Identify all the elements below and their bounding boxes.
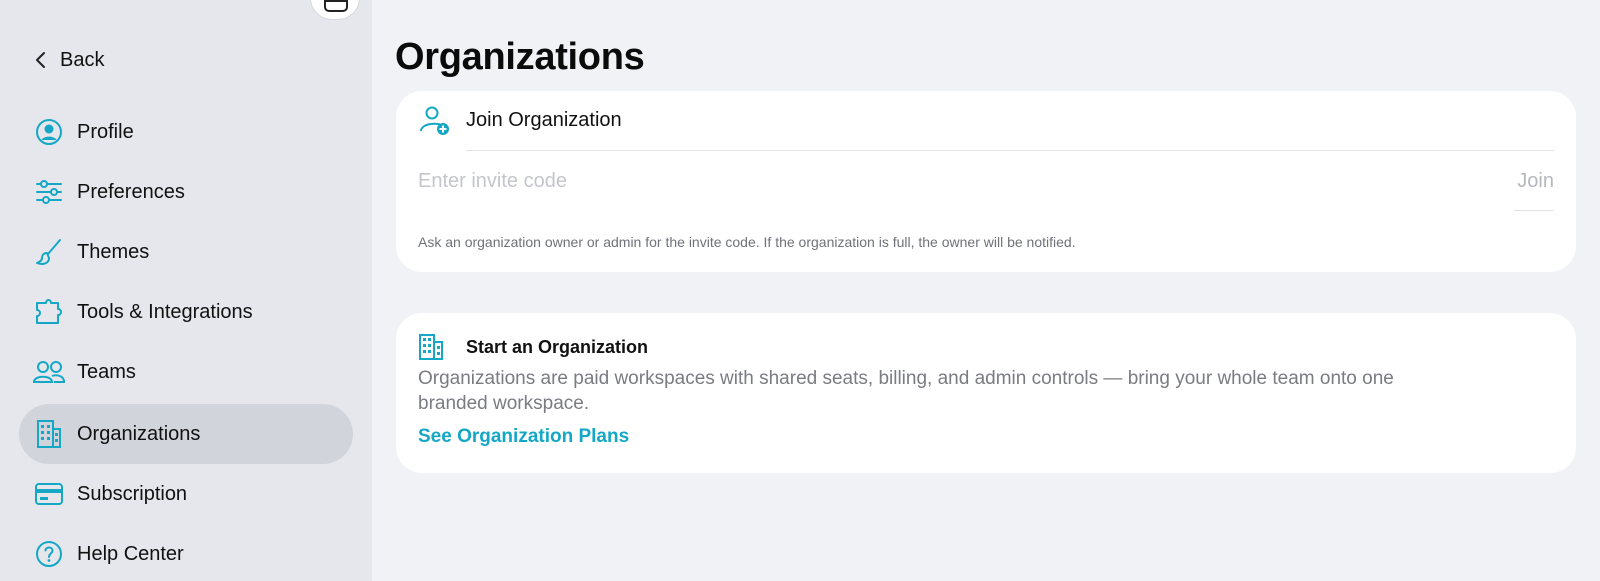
sidebar-item-subscription[interactable]: Subscription — [19, 464, 353, 524]
sidebar-item-help[interactable]: Help Center — [19, 524, 353, 581]
credit-card-icon — [35, 483, 63, 505]
start-organization-description: Organizations are paid workspaces with s… — [418, 368, 1394, 414]
sidebar-item-preferences[interactable]: Preferences — [19, 162, 353, 222]
sidebar-item-themes[interactable]: Themes — [19, 222, 353, 282]
layout-icon — [324, 0, 348, 12]
building-icon — [37, 420, 61, 448]
chevron-left-icon — [36, 52, 45, 68]
join-organization-title: Join Organization — [466, 109, 622, 131]
add-user-icon — [420, 106, 449, 135]
paintbrush-icon — [36, 239, 61, 265]
divider — [466, 150, 1554, 151]
join-organization-card: Join Organization Join Ask an organizati… — [396, 91, 1576, 272]
question-circle-icon — [36, 541, 62, 567]
sidebar-item-teams[interactable]: Teams — [19, 342, 353, 402]
sidebar-item-label: Help Center — [77, 542, 184, 565]
sidebar-item-label: Teams — [77, 360, 136, 383]
invite-code-help-text: Ask an organization owner or admin for t… — [418, 234, 1076, 250]
back-button[interactable]: Back — [34, 46, 104, 74]
see-organization-plans-link[interactable]: See Organization Plans — [418, 426, 629, 448]
sidebar-item-label: Preferences — [77, 180, 185, 203]
invite-code-input[interactable] — [418, 162, 1418, 200]
puzzle-icon — [36, 299, 62, 324]
building-icon — [419, 334, 443, 360]
back-label: Back — [60, 48, 105, 71]
sliders-icon — [36, 180, 62, 204]
start-organization-title: Start an Organization — [466, 337, 649, 357]
sidebar-item-organizations[interactable]: Organizations — [19, 404, 353, 464]
sidebar-item-label: Subscription — [77, 482, 188, 505]
profile-icon — [36, 119, 62, 145]
sidebar-item-label: Profile — [77, 120, 134, 143]
start-organization-card: Start an Organization Organizations are … — [396, 313, 1576, 473]
people-icon — [32, 361, 66, 383]
join-button[interactable]: Join — [1514, 162, 1554, 200]
divider — [1514, 210, 1554, 211]
sidebar-item-tools[interactable]: Tools & Integrations — [19, 282, 353, 342]
sidebar-item-label: Organizations — [77, 422, 201, 445]
sidebar-item-profile[interactable]: Profile — [19, 102, 353, 162]
sidebar: Back Profile Preferences Themes Tools & … — [0, 0, 372, 581]
sidebar-item-label: Tools & Integrations — [77, 300, 253, 323]
sidebar-item-label: Themes — [77, 240, 150, 263]
workspace-switcher-button[interactable] — [310, 0, 360, 20]
page-title: Organizations — [395, 36, 645, 78]
